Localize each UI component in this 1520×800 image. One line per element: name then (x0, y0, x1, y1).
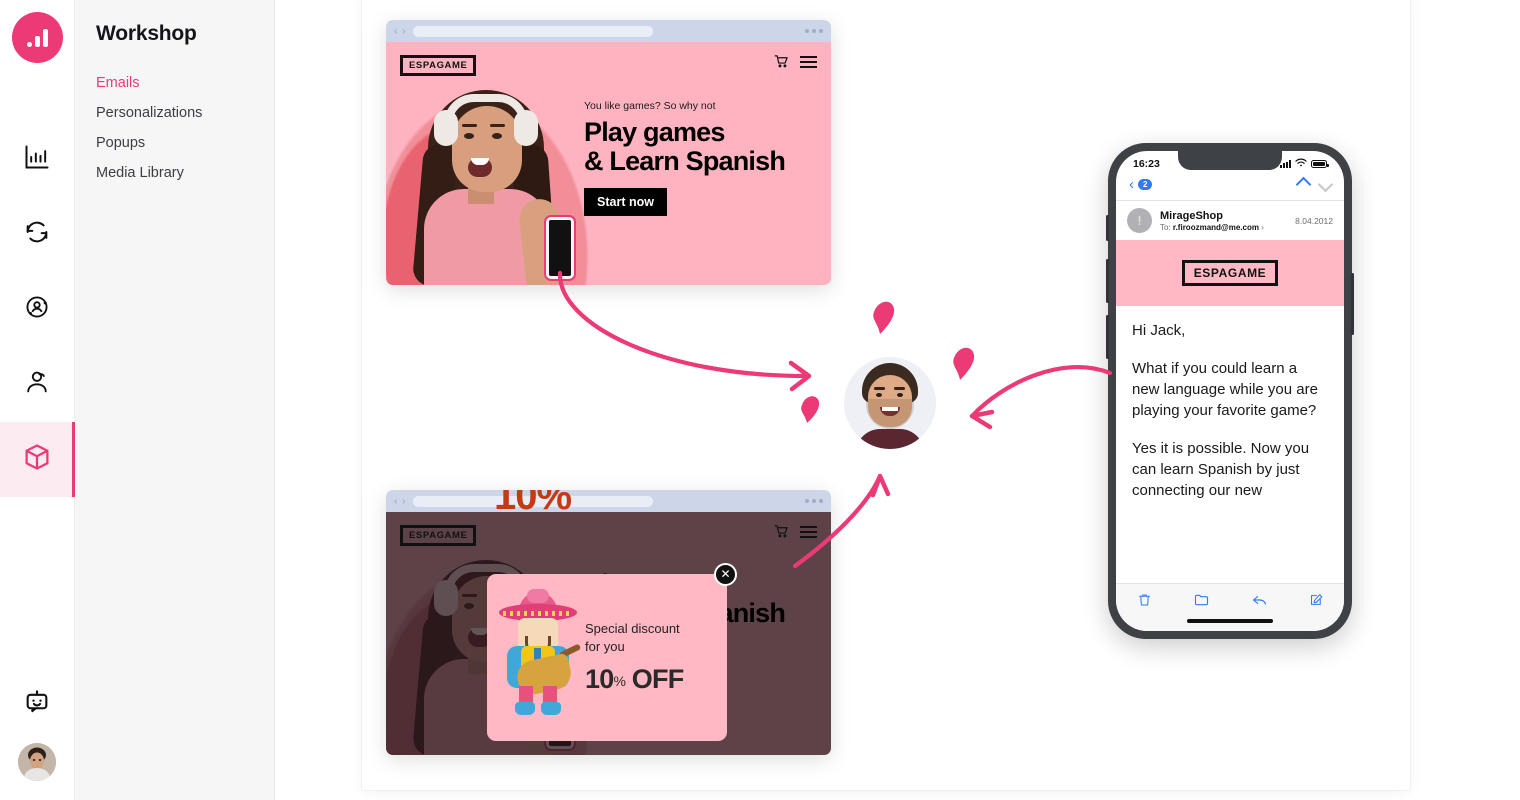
browser-window-email[interactable]: ‹ › ESPAGAME You like games? So why not … (386, 20, 831, 285)
email-banner: ESPAGAME (1116, 240, 1344, 306)
start-now-button[interactable]: Start now (584, 188, 667, 217)
hero-title-line1: Play games (584, 117, 725, 147)
phone-mockup[interactable]: 16:23 ‹ 2 ! MirageShop To: r.firoozmand@… (1106, 143, 1354, 639)
rail-item-audience[interactable] (0, 272, 75, 347)
sidebar-item-media-library[interactable]: Media Library (96, 158, 274, 188)
popup-offer-number: 10 (585, 663, 614, 694)
mail-sender-row: ! MirageShop To: r.firoozmand@me.com › 8… (1116, 201, 1344, 240)
bar-chart-logo[interactable] (11, 12, 63, 63)
browser-chrome: ‹ › (386, 20, 831, 42)
hamburger-menu-icon[interactable] (800, 55, 817, 68)
user-avatar[interactable] (18, 743, 56, 781)
sync-icon (23, 218, 51, 251)
browser-nav-arrows-popup[interactable]: ‹ › (394, 496, 406, 507)
email-paragraph-2: Yes it is possible. Now you can learn Sp… (1132, 440, 1310, 499)
workshop-stage: ‹ › ESPAGAME You like games? So why not … (275, 0, 1520, 800)
analytics-icon (23, 143, 51, 176)
trash-icon[interactable] (1137, 592, 1152, 612)
back-chevron-icon[interactable]: ‹ 2 (1129, 176, 1153, 193)
workshop-nav-panel: Workshop Emails Personalizations Popups … (75, 0, 275, 800)
to-chevron-icon: › (1261, 222, 1264, 232)
compose-icon[interactable] (1309, 592, 1324, 612)
sidebar-item-personalizations[interactable]: Personalizations (96, 98, 274, 128)
message-date: 8.04.2012 (1295, 215, 1333, 226)
reply-icon[interactable] (1251, 592, 1268, 612)
heart-right (953, 347, 975, 380)
folder-icon[interactable] (1193, 592, 1210, 612)
sidebar-item-popups[interactable]: Popups (96, 128, 274, 158)
overlay-ten-percent: 10% (494, 490, 572, 518)
email-body: Hi Jack, What if you could learn a new l… (1116, 306, 1344, 501)
popup-line2: for you (585, 638, 625, 654)
unread-badge: 2 (1138, 179, 1153, 190)
chevron-up-icon[interactable] (1295, 176, 1312, 193)
battery-icon (1311, 160, 1329, 168)
popup-offer-percent: % (613, 672, 626, 689)
rail-item-analytics[interactable] (0, 122, 75, 197)
to-address[interactable]: r.firoozmand@me.com (1173, 223, 1259, 232)
hamburger-menu-icon-popup[interactable] (800, 525, 817, 538)
discount-popup-modal[interactable]: ✕ Special discount for you 10% OFF (487, 563, 737, 741)
page-title: Workshop (96, 22, 197, 45)
mail-navigation-bar: ‹ 2 (1116, 172, 1344, 201)
sender-name: MirageShop (1160, 209, 1223, 222)
hero-kicker: You like games? So why not (584, 100, 716, 112)
browser-menu-dots[interactable] (805, 29, 823, 33)
phone-screen: 16:23 ‹ 2 ! MirageShop To: r.firoozmand@… (1116, 151, 1344, 631)
app-root: Workshop Emails Personalizations Popups … (0, 0, 1520, 800)
popup-line1: Special discount (585, 621, 680, 637)
email-paragraph-1: What if you could learn a new language w… (1132, 360, 1318, 419)
email-hero: ESPAGAME You like games? So why not Play… (386, 42, 831, 285)
chatbot-icon (23, 689, 51, 722)
email-greeting: Hi Jack, (1132, 322, 1186, 339)
heart-left (801, 396, 820, 423)
browser-window-popup[interactable]: ‹ › ESPAGAME Spanish ✕ Special discount … (386, 490, 831, 755)
espagame-logo-email: ESPAGAME (1181, 260, 1279, 286)
rail-item-sync[interactable] (0, 197, 75, 272)
cart-icon-popup[interactable] (774, 524, 789, 539)
cart-icon[interactable] (774, 54, 789, 69)
browser-menu-dots-popup[interactable] (805, 499, 823, 503)
persona-icon (23, 368, 51, 401)
chevron-down-icon[interactable] (1317, 176, 1334, 193)
browser-nav-arrows[interactable]: ‹ › (394, 26, 406, 37)
customer-avatar[interactable] (844, 357, 936, 449)
browser-url-bar[interactable] (413, 25, 654, 37)
icon-rail (0, 0, 75, 800)
heart-top (873, 301, 895, 334)
workshop-cube-icon (22, 442, 52, 477)
sender-recipient: To: r.firoozmand@me.com › (1160, 223, 1287, 232)
hero-title-line2: & Learn Spanish (584, 146, 786, 177)
status-time: 16:23 (1133, 158, 1160, 170)
nav-list: Emails Personalizations Popups Media Lib… (96, 68, 274, 188)
rail-item-workshop[interactable] (0, 422, 75, 497)
mail-toolbar (1116, 583, 1344, 631)
popup-offer-label: OFF (631, 663, 684, 694)
audience-icon (23, 293, 51, 326)
signal-icon (1280, 160, 1291, 168)
mariachi-mascot-icon (497, 588, 582, 718)
rail-item-chatbot[interactable] (0, 668, 75, 743)
popup-hero: ESPAGAME Play games & (386, 512, 831, 755)
arrow-from-phone (969, 364, 1113, 419)
to-label: To: (1160, 222, 1171, 232)
sender-avatar: ! (1127, 208, 1152, 233)
espagame-logo-popup: ESPAGAME (400, 525, 477, 546)
arrow-from-email (557, 270, 812, 379)
design-canvas[interactable]: ‹ › ESPAGAME You like games? So why not … (362, 0, 1410, 790)
phone-notch (1178, 151, 1282, 170)
browser-chrome-popup: ‹ › (386, 490, 831, 512)
sidebar-item-emails[interactable]: Emails (96, 68, 274, 98)
home-indicator (1187, 619, 1273, 623)
rail-item-persona[interactable] (0, 347, 75, 422)
wifi-icon (1295, 158, 1307, 170)
hero-copy: You like games? So why not Play games & … (584, 100, 786, 217)
hero-model-photo (404, 70, 594, 285)
close-icon[interactable]: ✕ (714, 563, 737, 586)
